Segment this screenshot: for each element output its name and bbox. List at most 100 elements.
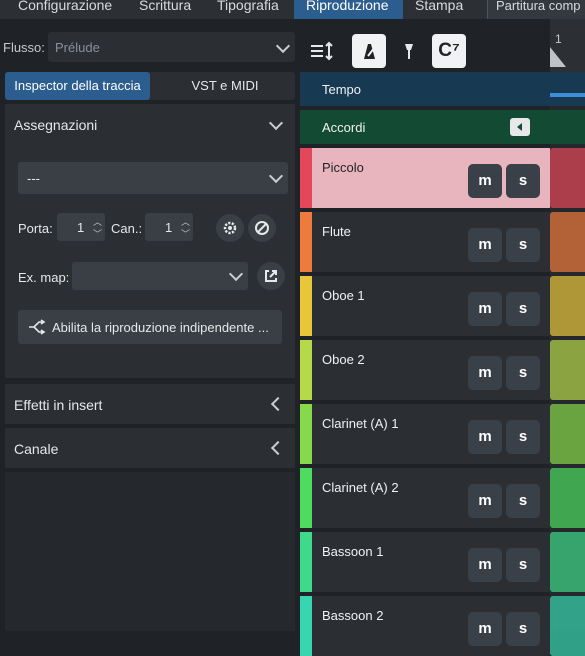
solo-button[interactable]: s (506, 228, 540, 262)
score-selector[interactable]: Partitura comp (487, 0, 585, 19)
mute-button[interactable]: m (468, 292, 502, 326)
track-name: Oboe 2 (322, 352, 365, 367)
flow-select[interactable]: Prélude (48, 32, 295, 62)
external-link-icon[interactable] (257, 262, 285, 290)
top-mode-bar: Configurazione Scrittura Tipografia Ripr… (0, 0, 585, 19)
instrument-lane (550, 276, 585, 336)
tab-configurazione[interactable]: Configurazione (18, 0, 112, 19)
mute-button[interactable]: m (468, 548, 502, 582)
solo-button[interactable]: s (506, 548, 540, 582)
assignments-panel: --- Porta: 1 ︿ ﹀ Can.: 1 ︿ ﹀ Ex. map: Ab… (5, 146, 295, 378)
inspector-empty-area (5, 472, 295, 631)
expression-map-label: Ex. map: (18, 270, 70, 285)
track-color-strip (300, 276, 312, 336)
instrument-track[interactable]: Flute m s (300, 212, 550, 272)
track-color-strip (300, 148, 312, 208)
device-value: --- (27, 171, 40, 186)
tab-vst-midi[interactable]: VST e MIDI (155, 72, 295, 100)
mute-button[interactable]: m (468, 228, 502, 262)
split-arrows-icon (29, 319, 46, 335)
tempo-track[interactable]: Tempo (300, 72, 550, 106)
track-color-strip (300, 532, 312, 592)
track-color-strip (300, 468, 312, 528)
track-name: Bassoon 2 (322, 608, 384, 623)
stepper-down-icon[interactable]: ﹀ (181, 227, 190, 240)
assignments-header[interactable]: Assegnazioni (5, 104, 295, 146)
track-height-icon[interactable] (304, 34, 338, 68)
channel-header[interactable]: Canale (5, 428, 295, 468)
mute-button[interactable]: m (468, 420, 502, 454)
tab-riproduzione[interactable]: Riproduzione (294, 0, 403, 19)
tab-tipografia[interactable]: Tipografia (217, 0, 279, 19)
instrument-track[interactable]: Bassoon 1 ms (300, 532, 550, 592)
channel-label: Can.: (111, 221, 143, 236)
inserts-header[interactable]: Effetti in insert (5, 384, 295, 424)
track-name: Clarinet (A) 1 (322, 416, 399, 431)
instrument-lane (550, 596, 585, 656)
track-name: Flute (322, 224, 351, 239)
mute-button[interactable]: m (468, 484, 502, 518)
flow-value: Prélude (55, 40, 100, 55)
track-name: Tempo (322, 82, 362, 97)
track-color-strip (300, 212, 312, 272)
tab-scrittura[interactable]: Scrittura (139, 0, 191, 19)
marker-icon[interactable] (392, 34, 426, 68)
tab-stampa[interactable]: Stampa (415, 0, 463, 19)
track-name: Oboe 1 (322, 288, 365, 303)
instrument-lane (550, 212, 585, 272)
instrument-lane (550, 340, 585, 400)
track-color-strip (300, 340, 312, 400)
port-value: 1 (77, 220, 85, 235)
solo-button[interactable]: s (506, 484, 540, 518)
metronome-icon[interactable] (352, 34, 386, 68)
track-color-strip (300, 596, 312, 656)
chevron-left-icon (270, 440, 286, 456)
chords-play-button[interactable] (510, 118, 530, 136)
chevron-down-icon (268, 115, 284, 131)
triangle-left-icon (517, 123, 522, 131)
instrument-track[interactable]: Oboe 2 ms (300, 340, 550, 400)
stepper-down-icon[interactable]: ﹀ (93, 227, 102, 240)
flow-row: Flusso: Prélude (0, 30, 298, 66)
ruler: 1 (550, 19, 585, 72)
instrument-track[interactable]: Bassoon 2 ms (300, 596, 550, 656)
mute-button[interactable]: m (468, 356, 502, 390)
instrument-track[interactable]: Piccolo m s (300, 148, 550, 208)
solo-button[interactable]: s (506, 164, 540, 198)
solo-button[interactable]: s (506, 356, 540, 390)
solo-button[interactable]: s (506, 292, 540, 326)
channel-title: Canale (14, 441, 59, 457)
assignments-title: Assegnazioni (14, 117, 98, 133)
bar-number: 1 (555, 32, 562, 46)
channel-stepper[interactable]: 1 ︿ ﹀ (145, 213, 193, 241)
instrument-track[interactable]: Clarinet (A) 1 ms (300, 404, 550, 464)
tempo-lane (550, 72, 585, 106)
chevron-down-icon (268, 168, 284, 184)
port-label: Porta: (18, 221, 53, 236)
channel-value: 1 (165, 220, 173, 235)
solo-button[interactable]: s (506, 420, 540, 454)
chord-symbols-button[interactable]: C⁷ (432, 34, 466, 68)
solo-button[interactable]: s (506, 612, 540, 646)
track-color-strip (300, 404, 312, 464)
mute-button[interactable]: m (468, 164, 502, 198)
instrument-track[interactable]: Clarinet (A) 2 ms (300, 468, 550, 528)
gear-icon[interactable] (216, 214, 244, 242)
instrument-track[interactable]: Oboe 1 ms (300, 276, 550, 336)
timeline-area[interactable]: 1 (550, 19, 585, 656)
port-stepper[interactable]: 1 ︿ ﹀ (57, 213, 105, 241)
chords-track[interactable]: Accordi (300, 110, 550, 144)
chevron-down-icon (228, 266, 244, 282)
instrument-lane (550, 404, 585, 464)
track-name: Bassoon 1 (322, 544, 384, 559)
chevron-left-icon (270, 396, 286, 412)
tab-track-inspector[interactable]: Inspector della traccia (5, 72, 150, 100)
expression-map-select[interactable] (72, 262, 248, 290)
mute-button[interactable]: m (468, 612, 502, 646)
inserts-title: Effetti in insert (14, 397, 103, 413)
no-device-icon[interactable] (248, 214, 276, 242)
independent-playback-button[interactable]: Abilita la riproduzione indipendente ... (18, 310, 282, 344)
track-name: Accordi (322, 120, 366, 135)
chords-lane (550, 110, 585, 144)
device-select[interactable]: --- (18, 162, 288, 194)
